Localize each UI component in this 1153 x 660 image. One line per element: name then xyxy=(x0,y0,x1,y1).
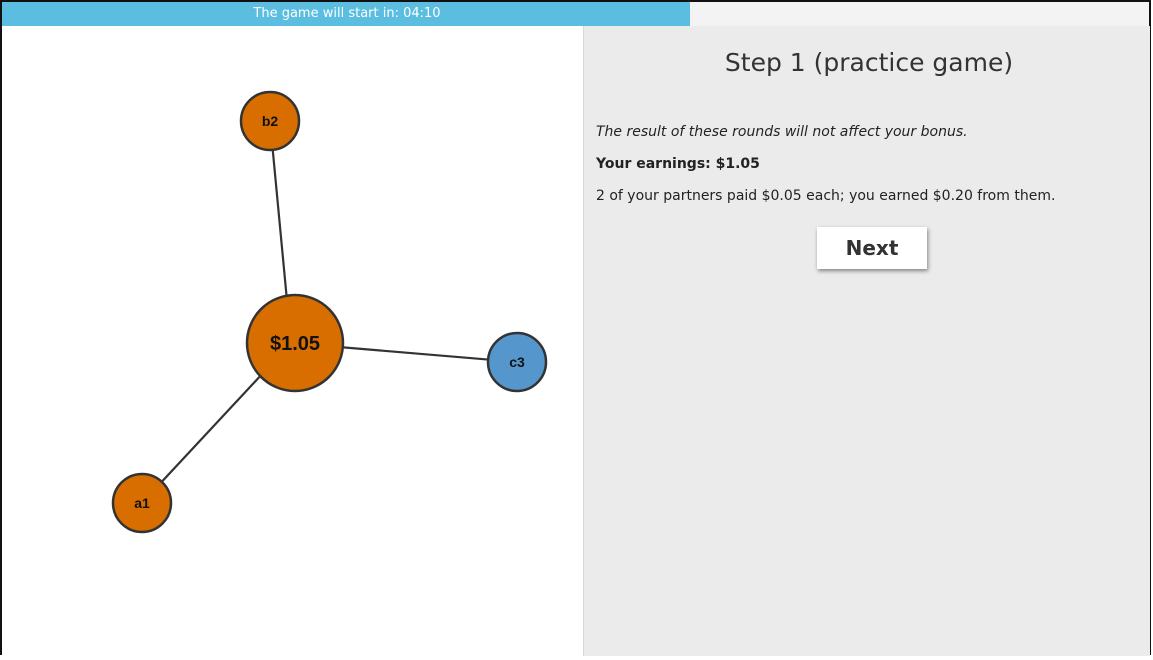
info-panel: Step 1 (practice game) The result of the… xyxy=(583,26,1150,656)
network-graph: b2 c3 a1 $1.05 xyxy=(111,90,548,534)
node-c3[interactable]: c3 xyxy=(486,331,548,393)
node-b2[interactable]: b2 xyxy=(239,90,301,152)
practice-note: The result of these rounds will not affe… xyxy=(596,124,968,140)
center-node-earnings: $1.05 xyxy=(270,333,320,355)
page-title: Step 1 (practice game) xyxy=(724,48,1014,77)
node-c3-label: c3 xyxy=(509,354,525,370)
next-button[interactable]: Next xyxy=(817,227,927,269)
timer-label: The game will start in: 04:10 xyxy=(253,6,441,21)
earnings-text: Your earnings: $1.05 xyxy=(596,156,760,172)
center-node-self[interactable]: $1.05 xyxy=(245,293,345,393)
node-b2-label: b2 xyxy=(262,113,279,129)
network-graph-panel: b2 c3 a1 $1.05 xyxy=(2,26,582,656)
partners-summary: 2 of your partners paid $0.05 each; you … xyxy=(596,188,1056,204)
node-a1-label: a1 xyxy=(134,495,150,511)
node-a1[interactable]: a1 xyxy=(111,472,173,534)
